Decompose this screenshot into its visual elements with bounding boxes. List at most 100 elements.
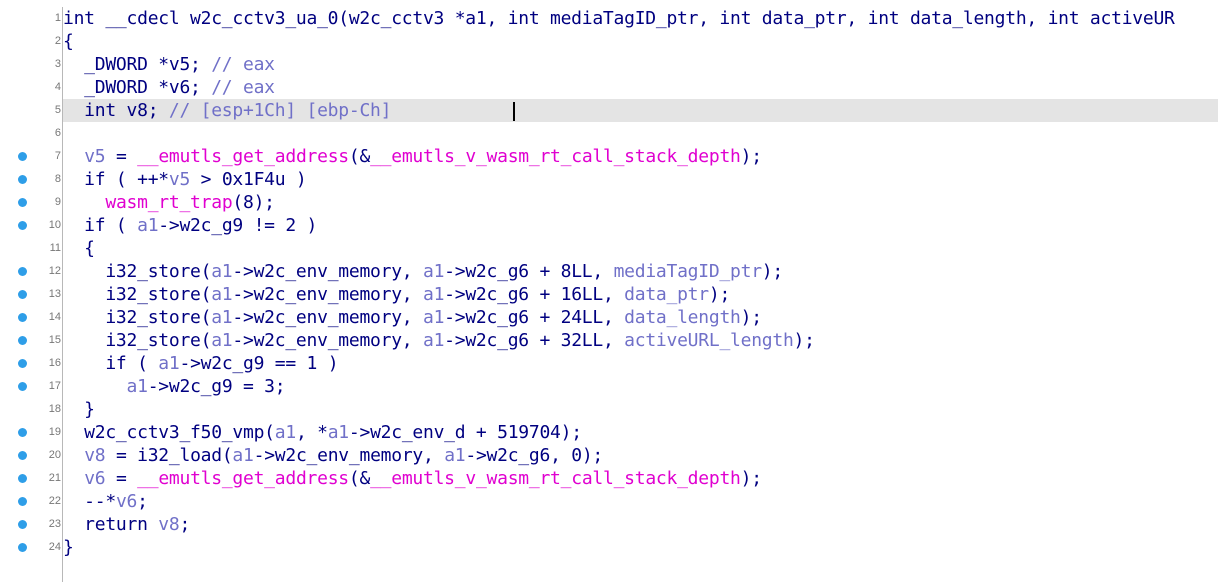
code-line[interactable]: 6 <box>0 122 1218 145</box>
variable-name: data_ptr <box>624 284 709 305</box>
code-text[interactable]: _DWORD *v6; // eax <box>63 76 1218 99</box>
code-line[interactable]: 2{ <box>0 30 1218 53</box>
code-line[interactable]: 22 --*v6; <box>0 490 1218 513</box>
code-text[interactable]: _DWORD *v5; // eax <box>63 53 1218 76</box>
code-text[interactable]: { <box>63 237 1218 260</box>
breakpoint-gutter[interactable] <box>0 398 40 421</box>
breakpoint-marker-icon[interactable] <box>18 198 27 207</box>
code-line[interactable]: 3 _DWORD *v5; // eax <box>0 53 1218 76</box>
breakpoint-gutter[interactable] <box>0 122 40 145</box>
variable-name: v8 <box>84 445 106 466</box>
code-line[interactable]: 24} <box>0 536 1218 559</box>
breakpoint-marker-icon[interactable] <box>18 152 27 161</box>
breakpoint-gutter[interactable] <box>0 536 40 559</box>
code-text[interactable]: } <box>63 398 1218 421</box>
breakpoint-marker-icon[interactable] <box>18 497 27 506</box>
code-line[interactable]: 4 _DWORD *v6; // eax <box>0 76 1218 99</box>
code-comment: // [esp+1Ch] [ebp-Ch] <box>168 100 392 121</box>
breakpoint-gutter[interactable] <box>0 99 40 122</box>
breakpoint-marker-icon[interactable] <box>18 336 27 345</box>
code-token: ->w2c_g9 != 2 ) <box>158 215 318 236</box>
code-line[interactable]: 7 v5 = __emutls_get_address(&__emutls_v_… <box>0 145 1218 168</box>
breakpoint-gutter[interactable] <box>0 53 40 76</box>
code-text[interactable]: { <box>63 30 1218 53</box>
code-text[interactable]: } <box>63 536 1218 559</box>
code-token: ->w2c_env_memory, <box>232 261 423 282</box>
variable-name: v5 <box>168 169 191 190</box>
code-line[interactable]: 9 wasm_rt_trap(8); <box>0 191 1218 214</box>
code-line[interactable]: 15 i32_store(a1->w2c_env_memory, a1->w2c… <box>0 329 1218 352</box>
breakpoint-gutter[interactable] <box>0 283 40 306</box>
code-line[interactable]: 10 if ( a1->w2c_g9 != 2 ) <box>0 214 1218 237</box>
breakpoint-gutter[interactable] <box>0 490 40 513</box>
breakpoint-gutter[interactable] <box>0 191 40 214</box>
breakpoint-marker-icon[interactable] <box>18 543 27 552</box>
code-token: } <box>63 399 95 420</box>
code-line[interactable]: 18 } <box>0 398 1218 421</box>
code-line[interactable]: 12 i32_store(a1->w2c_env_memory, a1->w2c… <box>0 260 1218 283</box>
breakpoint-gutter[interactable] <box>0 214 40 237</box>
breakpoint-gutter[interactable] <box>0 329 40 352</box>
breakpoint-gutter[interactable] <box>0 352 40 375</box>
code-text[interactable]: i32_store(a1->w2c_env_memory, a1->w2c_g6… <box>63 306 1218 329</box>
breakpoint-marker-icon[interactable] <box>18 221 27 230</box>
code-line[interactable]: 21 v6 = __emutls_get_address(&__emutls_v… <box>0 467 1218 490</box>
code-line[interactable]: 17 a1->w2c_g9 = 3; <box>0 375 1218 398</box>
breakpoint-marker-icon[interactable] <box>18 175 27 184</box>
code-text[interactable] <box>63 122 1218 145</box>
breakpoint-marker-icon[interactable] <box>18 313 27 322</box>
code-line[interactable]: 11 { <box>0 237 1218 260</box>
code-line[interactable]: 20 v8 = i32_load(a1->w2c_env_memory, a1-… <box>0 444 1218 467</box>
pseudocode-view[interactable]: 1 int __cdecl w2c_cctv3_ua_0(w2c_cctv3 *a… <box>0 7 1218 559</box>
breakpoint-marker-icon[interactable] <box>18 520 27 529</box>
breakpoint-gutter[interactable] <box>0 237 40 260</box>
code-line[interactable]: 13 i32_store(a1->w2c_env_memory, a1->w2c… <box>0 283 1218 306</box>
breakpoint-gutter[interactable] <box>0 375 40 398</box>
code-text[interactable]: v8 = i32_load(a1->w2c_env_memory, a1->w2… <box>63 444 1218 467</box>
code-text[interactable]: v6 = __emutls_get_address(&__emutls_v_wa… <box>63 467 1218 490</box>
code-text[interactable]: if ( a1->w2c_g9 != 2 ) <box>63 214 1218 237</box>
variable-name: activeURL_length <box>624 330 794 351</box>
code-text[interactable]: if ( ++*v5 > 0x1F4u ) <box>63 168 1218 191</box>
breakpoint-marker-icon[interactable] <box>18 290 27 299</box>
code-text[interactable]: wasm_rt_trap(8); <box>63 191 1218 214</box>
code-line[interactable]: 23 return v8; <box>0 513 1218 536</box>
breakpoint-gutter[interactable] <box>0 421 40 444</box>
breakpoint-marker-icon[interactable] <box>18 359 27 368</box>
breakpoint-gutter[interactable] <box>0 7 40 30</box>
code-text[interactable]: i32_store(a1->w2c_env_memory, a1->w2c_g6… <box>63 329 1218 352</box>
breakpoint-marker-icon[interactable] <box>18 428 27 437</box>
code-line[interactable]: 16 if ( a1->w2c_g9 == 1 ) <box>0 352 1218 375</box>
code-text[interactable]: i32_store(a1->w2c_env_memory, a1->w2c_g6… <box>63 260 1218 283</box>
code-line[interactable]: 1 int __cdecl w2c_cctv3_ua_0(w2c_cctv3 *a… <box>0 7 1218 30</box>
variable-name: a1 <box>327 422 349 443</box>
breakpoint-gutter[interactable] <box>0 444 40 467</box>
code-line[interactable]: 5 int v8; // [esp+1Ch] [ebp-Ch] <box>0 99 1218 122</box>
code-text[interactable]: int __cdecl w2c_cctv3_ua_0(w2c_cctv3 *a1… <box>63 7 1218 30</box>
code-text[interactable]: a1->w2c_g9 = 3; <box>63 375 1218 398</box>
code-text[interactable]: w2c_cctv3_f50_vmp(a1, *a1->w2c_env_d + 5… <box>63 421 1218 444</box>
code-line[interactable]: 8 if ( ++*v5 > 0x1F4u ) <box>0 168 1218 191</box>
breakpoint-gutter[interactable] <box>0 76 40 99</box>
breakpoint-gutter[interactable] <box>0 145 40 168</box>
code-text[interactable]: return v8; <box>63 513 1218 536</box>
breakpoint-marker-icon[interactable] <box>18 451 27 460</box>
breakpoint-gutter[interactable] <box>0 513 40 536</box>
code-token: } <box>63 537 74 558</box>
code-line[interactable]: 14 i32_store(a1->w2c_env_memory, a1->w2c… <box>0 306 1218 329</box>
code-text[interactable]: int v8; // [esp+1Ch] [ebp-Ch] <box>63 99 1218 122</box>
code-text[interactable]: v5 = __emutls_get_address(&__emutls_v_wa… <box>63 145 1218 168</box>
code-text[interactable]: --*v6; <box>63 490 1218 513</box>
breakpoint-marker-icon[interactable] <box>18 267 27 276</box>
breakpoint-gutter[interactable] <box>0 467 40 490</box>
breakpoint-gutter[interactable] <box>0 30 40 53</box>
code-line[interactable]: 19 w2c_cctv3_f50_vmp(a1, *a1->w2c_env_d … <box>0 421 1218 444</box>
code-text[interactable]: if ( a1->w2c_g9 == 1 ) <box>63 352 1218 375</box>
breakpoint-gutter[interactable] <box>0 260 40 283</box>
breakpoint-gutter[interactable] <box>0 306 40 329</box>
breakpoint-marker-icon[interactable] <box>18 382 27 391</box>
breakpoint-marker-icon[interactable] <box>18 474 27 483</box>
breakpoint-gutter[interactable] <box>0 168 40 191</box>
code-text[interactable]: i32_store(a1->w2c_env_memory, a1->w2c_g6… <box>63 283 1218 306</box>
